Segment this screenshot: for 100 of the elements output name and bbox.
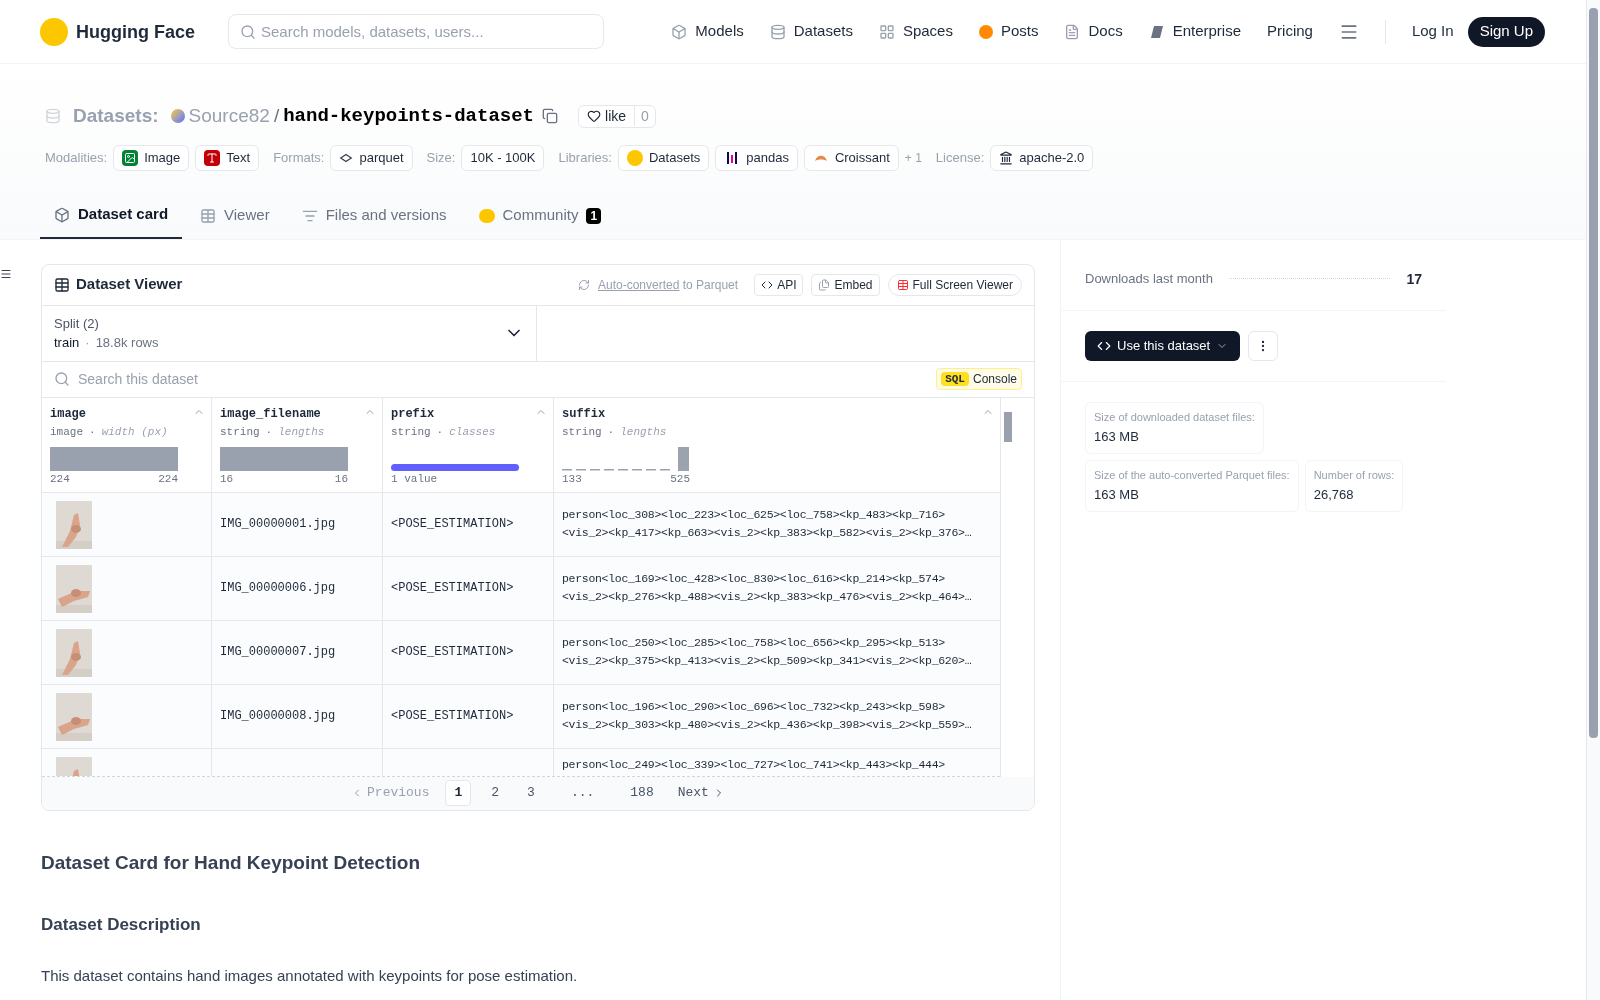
owner-avatar	[170, 109, 185, 124]
files-icon	[818, 278, 831, 291]
nav-link[interactable]: Posts	[978, 20, 1039, 43]
logo-icon[interactable]	[40, 17, 68, 46]
tag-group-label: Formats:	[273, 148, 325, 167]
tab[interactable]: Dataset card	[40, 192, 183, 239]
column-name: suffix	[562, 405, 606, 422]
table-cell: <POSE_ESTIMATION>	[391, 644, 514, 660]
page-link[interactable]: 2	[483, 780, 508, 806]
search-field[interactable]: Search models, datasets, users...	[228, 14, 604, 49]
tab[interactable]: Viewer	[186, 192, 284, 239]
login-link[interactable]: Log In	[1411, 20, 1454, 43]
tag-chip[interactable]: Datasets	[617, 144, 710, 171]
tag-chip[interactable]: pandas	[715, 144, 798, 171]
tab[interactable]: Community 1	[464, 192, 616, 239]
table-icon	[54, 276, 70, 293]
refresh-icon	[578, 278, 590, 291]
range-max: 525	[670, 472, 690, 487]
text-icon	[204, 149, 221, 166]
downloads-label: Downloads last month	[1085, 269, 1213, 288]
tag-chip[interactable]: apache-2.0	[990, 144, 1094, 171]
page-link[interactable]: ...	[562, 780, 603, 806]
scrollbar[interactable]	[1000, 397, 1014, 777]
column-type: string	[391, 424, 431, 440]
range-min: 224	[50, 472, 70, 487]
document-icon	[1064, 23, 1081, 40]
brand-name[interactable]: Hugging Face	[76, 17, 195, 46]
nav-link[interactable]: Docs	[1064, 20, 1123, 43]
range-min: 16	[220, 472, 234, 487]
database-icon	[45, 108, 61, 125]
table-cell: <POSE_ESTIMATION>	[391, 516, 514, 532]
nav-link[interactable]: Datasets	[769, 20, 853, 43]
heart-icon	[587, 109, 601, 124]
range-min: 133	[562, 472, 582, 487]
column-name: image	[50, 405, 86, 422]
column-type: string	[562, 424, 602, 440]
image-icon	[122, 149, 139, 166]
type-separator: ·	[265, 424, 273, 440]
section-heading: Dataset Description	[41, 914, 202, 936]
search-icon	[54, 371, 70, 387]
column-type: image	[50, 424, 83, 440]
cube-icon	[54, 206, 70, 223]
table-cell: <POSE_ESTIMATION>	[391, 708, 514, 724]
column-name: image_filename	[220, 405, 321, 422]
copy-icon[interactable]	[542, 108, 558, 125]
page-link[interactable]: 1	[445, 780, 472, 806]
sidebar-toggle-icon[interactable]	[0, 267, 12, 280]
table-icon	[896, 278, 909, 291]
dataset-search-field[interactable]: Search this dataset	[78, 369, 929, 389]
table-cell-text: person<loc_196><loc_290><loc_696><loc_732><kp_243><kp_598> <vis_2><kp_303><kp_480><vis_2><kp_436><kp_398><vis_2><kp_559>…	[562, 699, 972, 733]
tab[interactable]: Files and versions	[287, 192, 461, 239]
column-stat: classes	[449, 424, 496, 440]
like-button[interactable]: like 0	[578, 104, 656, 128]
type-separator: ·	[607, 424, 615, 440]
tag-chip[interactable]: Croissant	[803, 144, 899, 171]
table-cell: IMG_00000006.jpg	[220, 580, 336, 596]
range-max: 16	[334, 472, 348, 487]
split-select[interactable]: Split (2) train · 18.8k rows	[42, 305, 537, 361]
type-separator: ·	[89, 424, 96, 440]
nav-link[interactable]: Spaces	[878, 20, 953, 43]
tag-group-label: Modalities:	[45, 148, 108, 167]
use-dataset-button[interactable]: Use this dataset	[1085, 330, 1241, 361]
description-text: This dataset contains hand images annotated with keypoints for pose estimation.	[41, 965, 579, 986]
tag-chip[interactable]: Text	[195, 144, 260, 171]
nav-link[interactable]: Pricing	[1267, 20, 1313, 43]
nav-link[interactable]: Models	[671, 20, 744, 43]
range-min: 1 value	[391, 472, 438, 487]
table-cell: IMG_00000008.jpg	[220, 708, 336, 724]
table-cell-text: person<loc_169><loc_428><loc_830><loc_616><kp_214><kp_574> <vis_2><kp_276><kp_488><vis_2><kp_383><kp_476><vis_2><kp_464>…	[562, 571, 972, 605]
enterprise-icon	[1148, 23, 1165, 40]
range-max: 224	[158, 472, 178, 487]
cube-icon	[671, 23, 688, 40]
api-button[interactable]: API	[754, 273, 804, 296]
card-title: Dataset Card for Hand Keypoint Detection	[41, 850, 421, 875]
tag-chip[interactable]: Image	[113, 144, 190, 171]
column-type: string	[220, 424, 260, 440]
tag-group-label: Size:	[426, 148, 456, 167]
table-cell: IMG_00000001.jpg	[220, 516, 336, 532]
next-link[interactable]: Next	[677, 783, 725, 803]
column-name: prefix	[391, 405, 435, 422]
table-cell: IMG_00000007.jpg	[220, 644, 336, 660]
column-stat: lengths	[278, 424, 325, 440]
embed-button[interactable]: Embed	[811, 273, 880, 296]
page-link[interactable]: 188	[622, 780, 662, 806]
more-options-button[interactable]	[1248, 330, 1279, 361]
tag-group-label: Libraries:	[558, 148, 612, 167]
nav-link[interactable]: Enterprise	[1148, 20, 1242, 43]
stat-card: Number of rows: 26,768	[1304, 459, 1404, 512]
page-scrollbar[interactable]	[1586, 0, 1600, 1000]
database-icon	[769, 23, 786, 40]
tag-chip[interactable]: 10K - 100K	[461, 144, 545, 171]
sql-console-button[interactable]: SQL Console	[936, 368, 1022, 390]
column-stat: lengths	[620, 424, 667, 440]
stat-card: Size of the auto-converted Parquet files: 163 MB	[1085, 459, 1299, 512]
viewer-title: Dataset Viewer	[76, 274, 183, 295]
tag-chip[interactable]: parquet	[330, 144, 413, 171]
converted-note: to Parquet	[682, 277, 739, 292]
page-link[interactable]: 3	[519, 780, 543, 806]
dataset-name: hand-keypoints-dataset	[283, 104, 534, 129]
signup-button[interactable]: Sign Up	[1467, 16, 1545, 47]
